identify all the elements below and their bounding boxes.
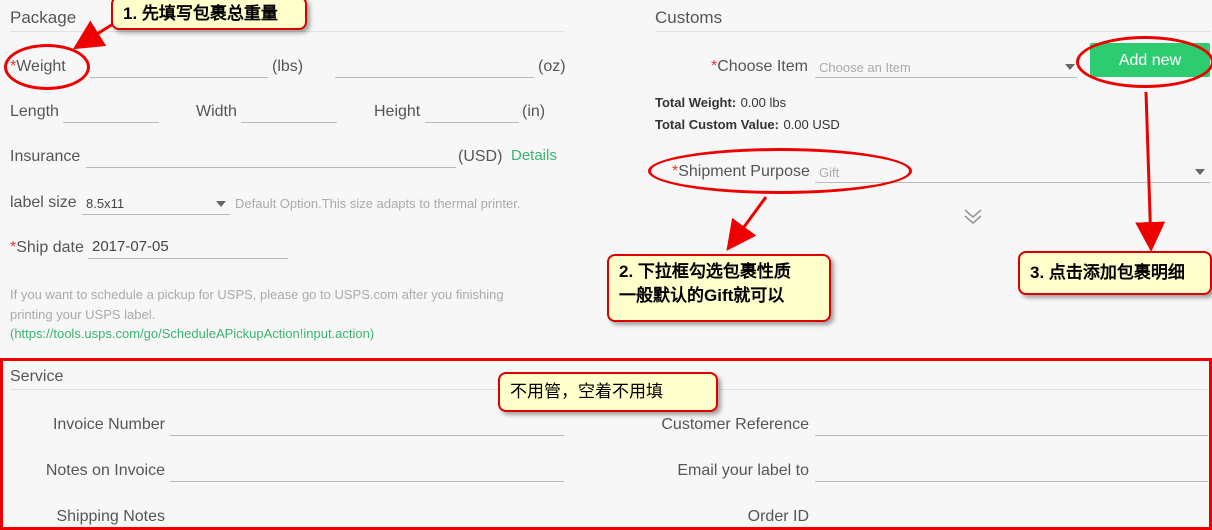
step2-callout-line1: 2. 下拉框勾选包裹性质 xyxy=(619,262,791,281)
step2-callout-line2: 一般默认的Gift就可以 xyxy=(619,286,785,305)
step1-callout: 1. 先填写包裹总重量 xyxy=(111,0,307,30)
service-note-callout: 不用管，空着不用填 xyxy=(498,372,718,412)
step2-callout: 2. 下拉框勾选包裹性质 一般默认的Gift就可以 xyxy=(607,254,831,322)
step3-callout: 3. 点击添加包裹明细 xyxy=(1018,251,1212,295)
